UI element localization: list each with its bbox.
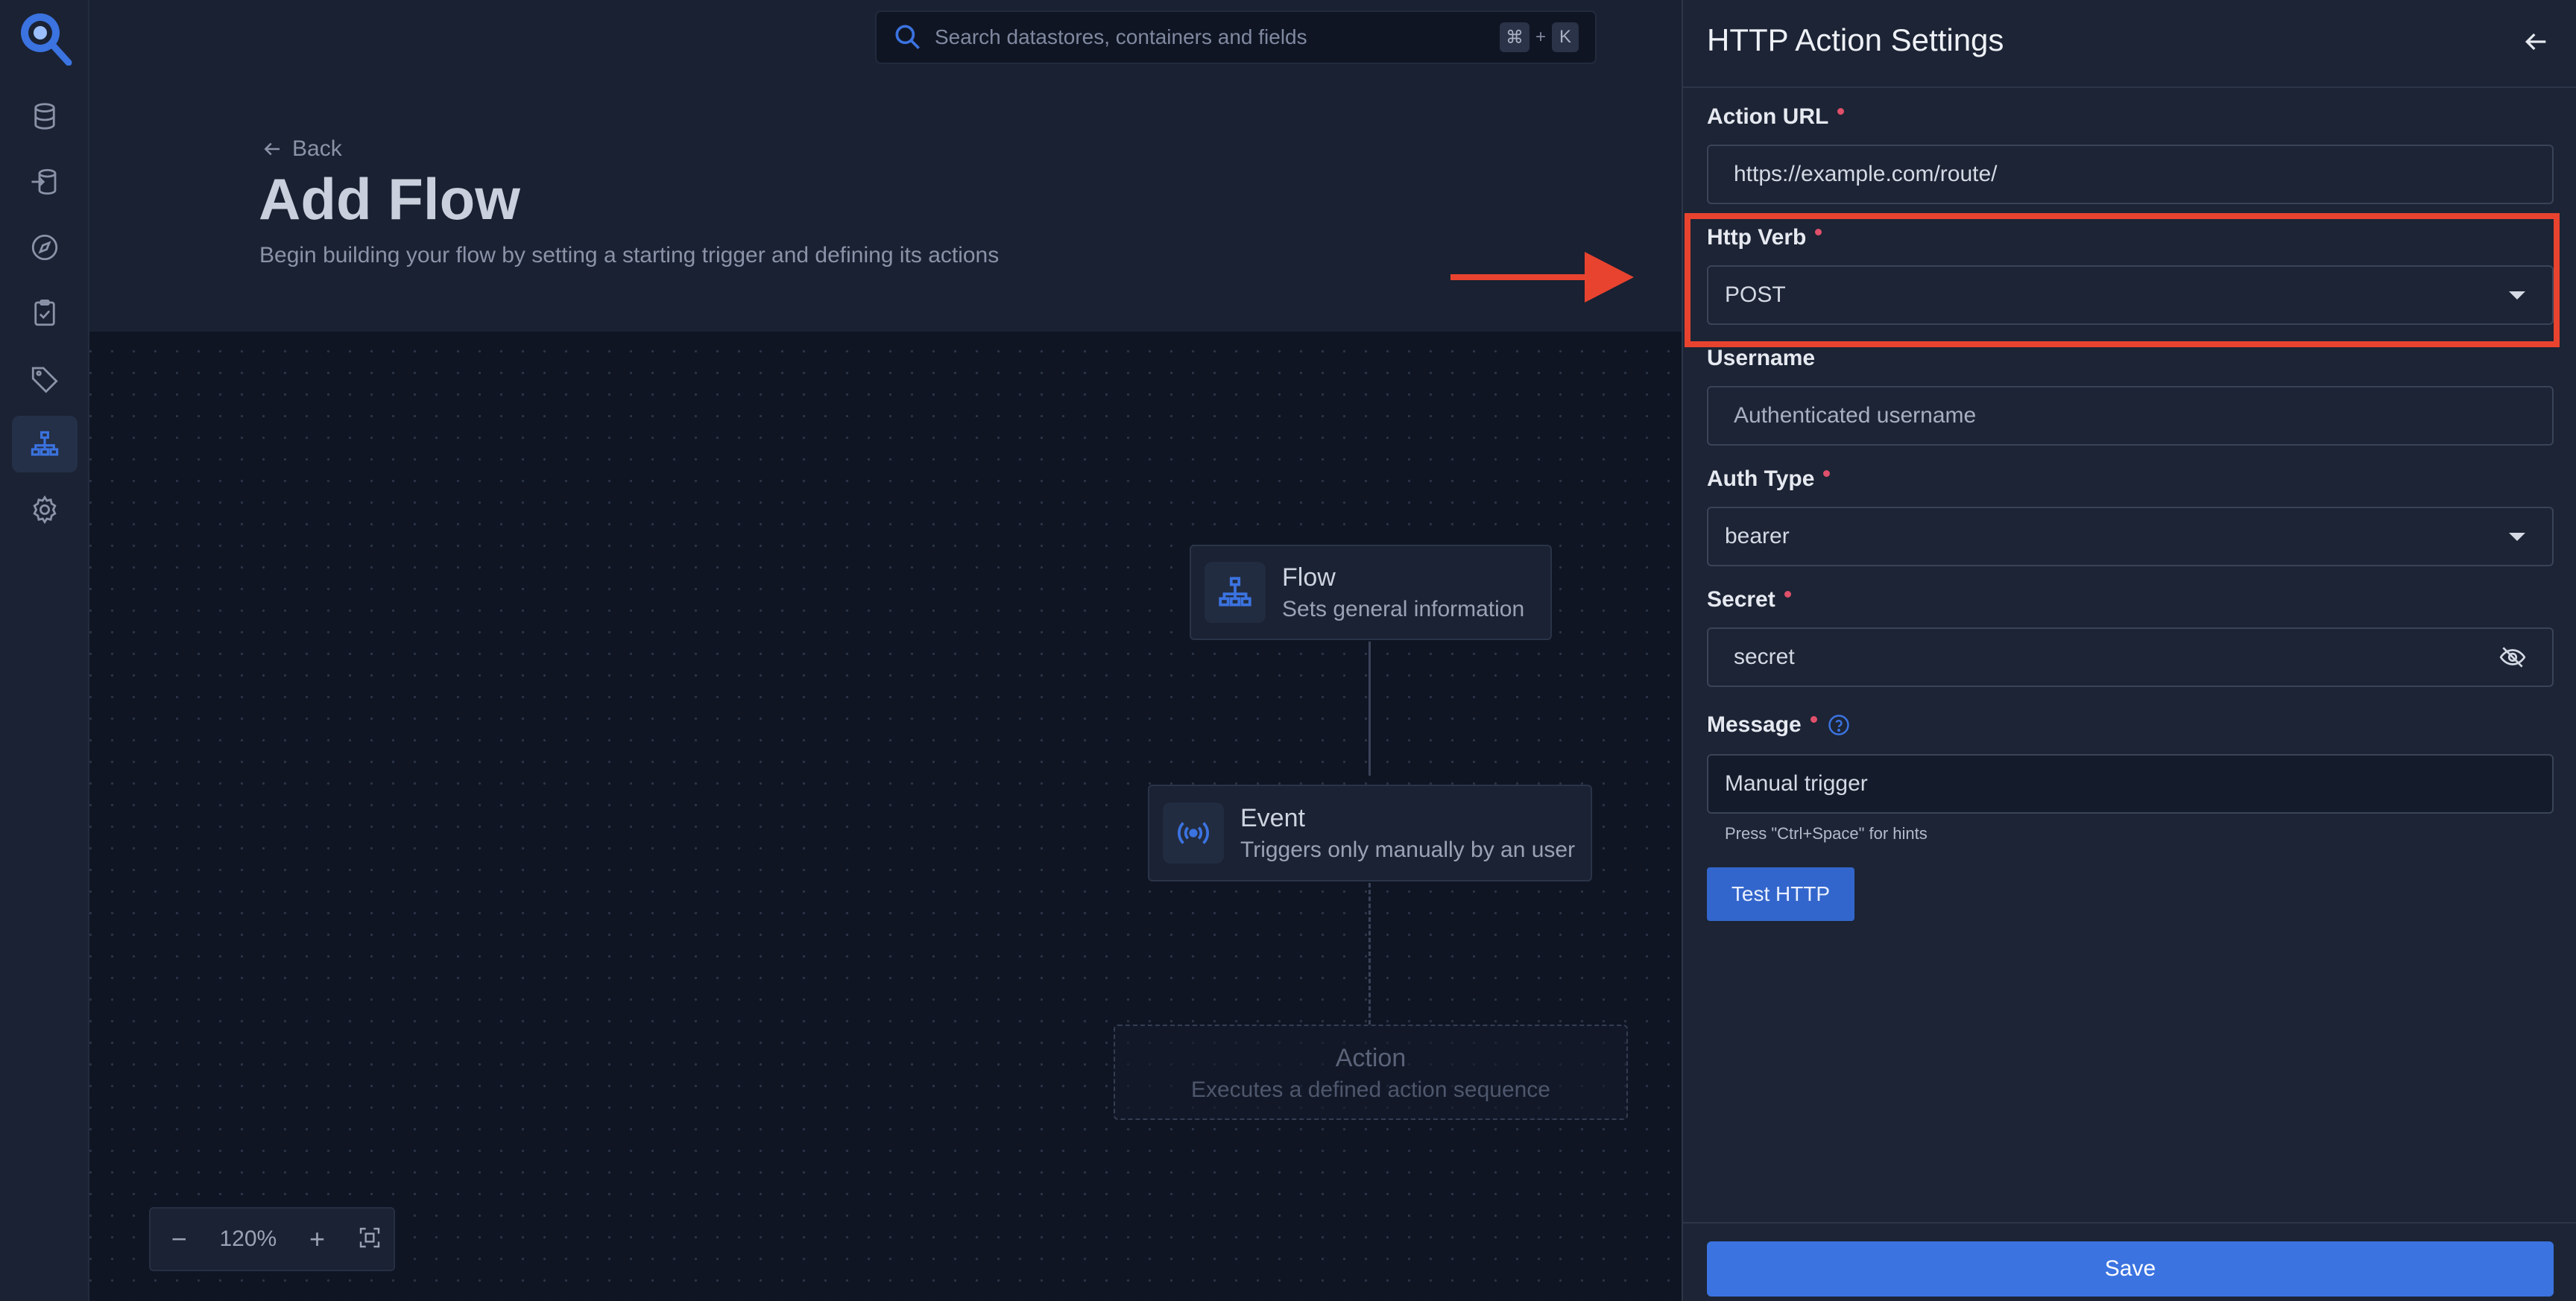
connector-flow-event: [1368, 642, 1371, 776]
sidebar-item-settings[interactable]: [12, 481, 78, 538]
flow-node-icon-wrap: [1205, 562, 1266, 623]
required-indicator: [1823, 469, 1831, 477]
action-url-field[interactable]: https://example.com/route/: [1707, 145, 2554, 204]
message-field[interactable]: Manual trigger: [1707, 754, 2554, 814]
save-button[interactable]: Save: [1707, 1241, 2554, 1297]
page-header: Search datastores, containers and fields…: [89, 0, 1682, 332]
auth-type-value: bearer: [1725, 524, 1790, 548]
event-node[interactable]: Event Triggers only manually by an user: [1148, 785, 1592, 881]
flow-node-title: Flow: [1282, 563, 1336, 592]
event-node-title: Event: [1240, 803, 1305, 832]
eye-off-icon[interactable]: [2498, 643, 2527, 671]
fit-view-icon: [359, 1227, 380, 1247]
flows-icon: [31, 431, 59, 456]
secret-field[interactable]: secret: [1707, 627, 2554, 687]
message-label-text: Message: [1707, 712, 1802, 737]
flow-canvas[interactable]: Flow Sets general information Event Trig…: [89, 332, 1682, 1301]
http-action-settings-panel: HTTP Action Settings Action URL https://…: [1682, 0, 2576, 1301]
page-subtitle: Begin building your flow by setting a st…: [259, 243, 1000, 268]
action-node[interactable]: Action Executes a defined action sequenc…: [1114, 1025, 1628, 1120]
action-node-title: Action: [1335, 1044, 1407, 1072]
shortcut-plus: +: [1535, 27, 1546, 47]
auth-type-label-text: Auth Type: [1707, 466, 1815, 491]
global-search[interactable]: Search datastores, containers and fields…: [875, 10, 1597, 64]
secret-value: secret: [1734, 645, 1795, 669]
search-icon: [895, 25, 920, 49]
message-label: Message: [1707, 712, 1850, 738]
annotation-arrow-icon: [1450, 252, 1634, 303]
clipboard-check-icon: [34, 299, 55, 326]
username-placeholder: Authenticated username: [1734, 403, 1977, 428]
action-node-desc: Executes a defined action sequence: [1190, 1077, 1550, 1102]
broadcast-icon: [1178, 822, 1209, 844]
shortcut-key-cmd: ⌘: [1499, 22, 1530, 52]
action-url-value: https://example.com/route/: [1734, 162, 1998, 186]
panel-title: HTTP Action Settings: [1707, 22, 2004, 57]
test-http-button[interactable]: Test HTTP: [1707, 867, 1854, 921]
footer-divider: [1683, 1222, 2576, 1224]
search-shortcut: ⌘ + K: [1499, 22, 1579, 52]
annotation-highlight-box: [1685, 213, 2560, 347]
sidebar-item-flows[interactable]: [12, 416, 78, 472]
zoom-controls: − 120% +: [149, 1207, 395, 1271]
flow-node[interactable]: Flow Sets general information: [1190, 545, 1552, 640]
arrow-left-icon[interactable]: [2521, 27, 2551, 57]
required-indicator: [1784, 590, 1791, 598]
sidebar-item-containers[interactable]: [12, 153, 78, 210]
event-node-desc: Triggers only manually by an user: [1240, 837, 1576, 862]
shortcut-key-k: K: [1552, 22, 1579, 52]
sidebar: [0, 0, 89, 1301]
sidebar-item-explore[interactable]: [12, 219, 78, 276]
flow-node-desc: Sets general information: [1282, 596, 1525, 621]
required-indicator: [1810, 715, 1817, 723]
message-hint: Press "Ctrl+Space" for hints: [1725, 824, 1928, 843]
sidebar-item-checks[interactable]: [12, 285, 78, 341]
back-link[interactable]: Back: [261, 136, 342, 162]
help-circle-icon[interactable]: [1828, 714, 1850, 736]
zoom-level: 120%: [219, 1226, 277, 1251]
caret-down-icon: [2509, 532, 2525, 541]
auth-type-select[interactable]: bearer: [1707, 507, 2554, 566]
tag-icon: [31, 367, 58, 393]
back-label: Back: [292, 136, 342, 161]
zoom-out-button[interactable]: −: [162, 1224, 195, 1255]
action-url-label: Action URL: [1707, 104, 1845, 130]
datastore-arrow-icon: [31, 168, 57, 195]
search-input[interactable]: Search datastores, containers and fields: [935, 25, 1500, 49]
compass-icon: [31, 234, 58, 261]
auth-type-label: Auth Type: [1707, 466, 1831, 492]
fit-view-button[interactable]: [358, 1226, 382, 1253]
username-field[interactable]: Authenticated username: [1707, 386, 2554, 446]
panel-header: HTTP Action Settings: [1683, 0, 2576, 88]
zoom-in-button[interactable]: +: [301, 1224, 334, 1255]
page-title: Add Flow: [259, 166, 520, 232]
secret-label-text: Secret: [1707, 587, 1775, 612]
database-icon: [34, 103, 55, 130]
message-value: Manual trigger: [1725, 771, 1868, 796]
gear-icon: [33, 495, 57, 525]
username-label-text: Username: [1707, 346, 1816, 370]
sidebar-item-datastores[interactable]: [12, 88, 78, 145]
action-url-label-text: Action URL: [1707, 104, 1829, 129]
app-logo[interactable]: [15, 7, 73, 66]
arrow-left-icon: [264, 142, 280, 156]
event-node-icon-wrap: [1163, 803, 1224, 864]
sidebar-item-tags[interactable]: [12, 350, 78, 407]
secret-label: Secret: [1707, 587, 1791, 612]
required-indicator: [1837, 107, 1845, 115]
username-label: Username: [1707, 346, 1815, 371]
flows-icon: [1219, 577, 1251, 607]
connector-event-action: [1368, 883, 1371, 1025]
